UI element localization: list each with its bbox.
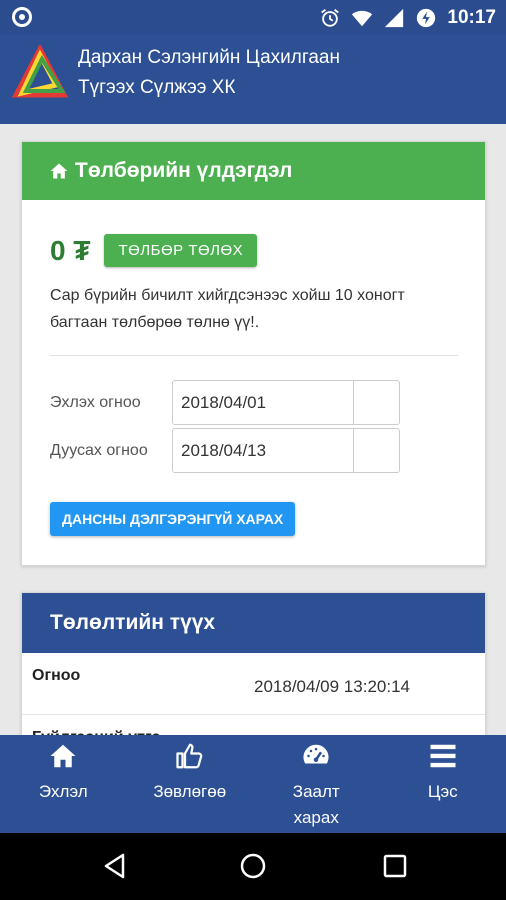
alarm-icon <box>321 8 340 27</box>
tab-home-label: Эхлэл <box>38 782 88 801</box>
battery-charging-icon <box>417 8 436 27</box>
wifi-icon <box>352 10 373 26</box>
start-date-input[interactable]: 2018/04/01 <box>172 380 354 425</box>
end-date-label: Дуусах огноо <box>50 441 148 459</box>
status-bar: 10:17 <box>0 0 506 35</box>
end-date-input[interactable]: 2018/04/13 <box>172 428 354 473</box>
account-details-button[interactable]: ДАНСНЫ ДЭЛГЭРЭНГҮЙ ХАРАХ <box>50 502 296 536</box>
balance-card: Төлбөрийн үлдэгдэл 0 ₮ ТӨЛБӨР ТӨЛӨХ Сар … <box>21 141 486 566</box>
balance-amount: 0 ₮ <box>50 234 91 266</box>
app-title-line1: Дархан Сэлэнгийн Цахилгаан <box>78 47 340 68</box>
payment-history-card: Төлөлтийн түүх Огноо 2018/04/09 13:20:14… <box>21 592 486 735</box>
home-icon <box>50 163 68 179</box>
end-date-row: Дуусах огноо 2018/04/13 <box>50 428 400 473</box>
balance-row: 0 ₮ ТӨЛБӨР ТӨЛӨХ <box>50 234 258 267</box>
system-nav-bar <box>0 833 506 900</box>
history-row: Огноо 2018/04/09 13:20:14 <box>22 653 485 715</box>
start-date-picker-button[interactable] <box>354 380 400 425</box>
history-row: Гүйлгээний утга <box>22 715 485 735</box>
home-circle-icon[interactable] <box>238 851 268 881</box>
tab-meter-readings[interactable]: Заалт харах <box>253 735 380 833</box>
bottom-tab-bar: Эхлэл Зөвлөгөө Заалт харах Цэс <box>0 735 506 833</box>
status-icons: 10:17 <box>319 5 496 30</box>
thumbs-up-icon <box>176 743 203 769</box>
clock: 10:17 <box>447 6 496 28</box>
balance-card-header: Төлбөрийн үлдэгдэл <box>22 142 485 200</box>
tab-meter-readings-label: Заалт харах <box>292 782 340 827</box>
tab-menu-label: Цэс <box>427 782 458 801</box>
target-icon <box>12 7 32 27</box>
back-icon[interactable] <box>100 851 130 881</box>
app-title-line2: Түгээх Сүлжээ ХК <box>78 77 236 98</box>
pay-button[interactable]: ТӨЛБӨР ТӨЛӨХ <box>104 234 258 267</box>
recent-apps-icon[interactable] <box>380 851 410 881</box>
app-header: Дархан Сэлэнгийн Цахилгаан Түгээх Сүлжээ… <box>0 35 506 124</box>
home-icon <box>50 744 76 768</box>
tab-advice[interactable]: Зөвлөгөө <box>127 735 254 833</box>
menu-icon <box>430 744 456 768</box>
tab-advice-label: Зөвлөгөө <box>153 782 227 801</box>
signal-icon <box>385 8 404 27</box>
balance-card-title: Төлбөрийн үлдэгдэл <box>75 159 293 182</box>
payment-history-header: Төлөлтийн түүх <box>22 593 485 653</box>
history-row-key: Огноо <box>32 667 81 684</box>
start-date-row: Эхлэх огноо 2018/04/01 <box>50 380 400 425</box>
divider <box>50 355 458 356</box>
tab-home[interactable]: Эхлэл <box>0 735 127 833</box>
company-logo-icon <box>12 45 68 98</box>
gauge-icon <box>303 744 329 764</box>
tab-menu[interactable]: Цэс <box>380 735 506 833</box>
app-title: Дархан Сэлэнгийн Цахилгаан Түгээх Сүлжээ… <box>78 43 340 103</box>
history-row-value: 2018/04/09 13:20:14 <box>254 677 410 696</box>
start-date-label: Эхлэх огноо <box>50 393 141 411</box>
main-content[interactable]: Төлбөрийн үлдэгдэл 0 ₮ ТӨЛБӨР ТӨЛӨХ Сар … <box>0 124 506 735</box>
payment-note: Сар бүрийн бичилт хийгдсэнээс хойш 10 хо… <box>50 287 405 331</box>
end-date-picker-button[interactable] <box>354 428 400 473</box>
